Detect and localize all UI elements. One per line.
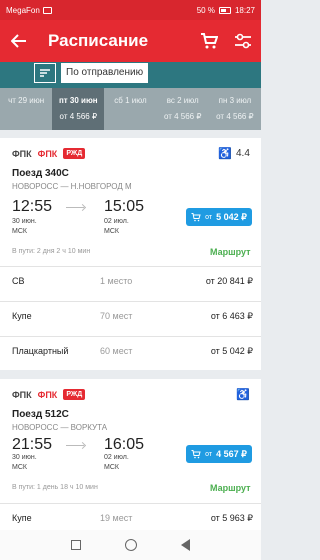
- date-tab-label: вс 2 июл: [166, 96, 199, 105]
- cart-icon: [191, 212, 201, 221]
- seats-available: 1 место: [100, 276, 133, 286]
- date-tab-label: пн 3 июл: [218, 96, 252, 105]
- rzd-logo: РЖД: [63, 148, 86, 159]
- arrival-timezone: МСК: [104, 464, 119, 471]
- train-route: НОВОРОСС — ВОРКУТА: [12, 423, 108, 432]
- back-triangle-icon[interactable]: [181, 539, 190, 551]
- class-row[interactable]: Плацкартный 60 мест от 5 042 ₽: [0, 336, 261, 366]
- departure-date: 30 июн.: [12, 218, 37, 225]
- cart-icon: [191, 449, 201, 458]
- sort-icon: [40, 69, 50, 77]
- departure-timezone: МСК: [12, 228, 27, 235]
- wheelchair-icon: ♿: [218, 148, 232, 160]
- date-tab[interactable]: вс 2 июл от 4 566 ₽: [157, 88, 209, 130]
- carrier-name: MegaFon: [6, 5, 40, 15]
- class-price: от 6 463 ₽: [210, 311, 253, 321]
- arrow-left-icon: [11, 34, 26, 48]
- battery-level: 50 %: [196, 5, 215, 15]
- travel-duration: В пути: 1 день 18 ч 10 мин: [12, 484, 98, 491]
- date-tab-price: от 4 566 ₽: [216, 112, 254, 121]
- price-from: от: [205, 450, 213, 458]
- class-price: от 5 963 ₽: [210, 513, 253, 523]
- seats-available: 70 мест: [100, 311, 133, 321]
- carrier-label: ФПК: [12, 389, 32, 400]
- page-title: Расписание: [48, 31, 149, 50]
- app-bar: Расписание: [0, 20, 261, 62]
- class-name: Плацкартный: [12, 346, 69, 356]
- price-button[interactable]: от 4 567 ₽: [186, 445, 252, 463]
- class-row[interactable]: Купе 70 мест от 6 463 ₽: [0, 301, 261, 331]
- seats-available: 60 мест: [100, 346, 133, 356]
- train-card[interactable]: ФПК ФПК РЖД ♿ Поезд 512С НОВОРОСС — ВОРК…: [0, 379, 261, 539]
- price-amount: 5 042 ₽: [216, 211, 247, 222]
- signal-icon: [42, 6, 52, 14]
- date-selector: чт 29 июн пт 30 июн от 4 566 ₽ сб 1 июл …: [0, 88, 261, 130]
- clock: 18:27: [234, 5, 255, 15]
- sort-dropdown[interactable]: По отправлению: [61, 63, 149, 83]
- train-route: НОВОРОСС — Н.НОВГОРОД М: [12, 182, 132, 191]
- date-tab[interactable]: сб 1 июл: [104, 88, 156, 130]
- carrier-logos: ФПК ФПК РЖД: [12, 148, 86, 159]
- departure-time: 21:55: [12, 436, 53, 453]
- date-tab-selected[interactable]: пт 30 июн от 4 566 ₽: [52, 88, 105, 130]
- back-button[interactable]: [0, 20, 38, 62]
- arrival-timezone: МСК: [104, 228, 119, 235]
- arrow-right-icon: [78, 203, 87, 212]
- date-tab-label: сб 1 июл: [114, 96, 147, 105]
- route-link[interactable]: Маршрут: [210, 483, 251, 493]
- train-number: Поезд 512С: [12, 409, 69, 420]
- system-nav-bar: [0, 530, 261, 560]
- wheelchair-icon: ♿: [236, 389, 250, 401]
- date-tab-label: чт 29 июн: [8, 96, 45, 105]
- price-button[interactable]: от 5 042 ₽: [186, 208, 252, 226]
- arrival-date: 02 июл.: [104, 454, 129, 461]
- arrival-time: 16:05: [104, 436, 145, 453]
- seats-available: 19 мест: [100, 513, 133, 523]
- carrier-logo: ФПК: [37, 148, 58, 159]
- status-bar: MegaFon 50 % 18:27: [0, 0, 261, 20]
- departure-date: 30 июн.: [12, 454, 37, 461]
- class-price: от 20 841 ₽: [205, 276, 253, 286]
- class-name: Купе: [12, 311, 32, 321]
- rating: 4.4: [236, 148, 250, 159]
- date-tab-label: пт 30 июн: [58, 96, 98, 105]
- arrow-right-icon: [78, 441, 87, 450]
- carrier-logo: ФПК: [37, 389, 58, 400]
- route-link[interactable]: Маршрут: [210, 247, 251, 257]
- train-card[interactable]: ФПК ФПК РЖД ♿ 4.4 Поезд 340С НОВОРОСС — …: [0, 138, 261, 370]
- train-number: Поезд 340С: [12, 168, 69, 179]
- price-amount: 4 567 ₽: [216, 448, 247, 459]
- carrier-logos: ФПК ФПК РЖД: [12, 389, 86, 400]
- arrival-time: 15:05: [104, 198, 145, 215]
- class-name: СВ: [12, 276, 25, 286]
- arrival-date: 02 июл.: [104, 218, 129, 225]
- filter-button[interactable]: [230, 28, 256, 54]
- class-row[interactable]: СВ 1 место от 20 841 ₽: [0, 266, 261, 296]
- class-row[interactable]: Купе 19 мест от 5 963 ₽: [0, 503, 261, 533]
- departure-timezone: МСК: [12, 464, 27, 471]
- date-tab-price: от 4 566 ₽: [163, 112, 202, 121]
- class-name: Купе: [12, 513, 32, 523]
- date-tab[interactable]: чт 29 июн: [0, 88, 52, 130]
- carrier-label: ФПК: [12, 148, 32, 159]
- sort-bar: По отправлению: [0, 62, 261, 88]
- departure-time: 12:55: [12, 198, 53, 215]
- sort-toggle-button[interactable]: [34, 63, 56, 83]
- recents-icon[interactable]: [71, 540, 81, 550]
- sliders-icon: [235, 33, 251, 49]
- class-price: от 5 042 ₽: [210, 346, 253, 356]
- battery-icon: [218, 6, 231, 14]
- travel-duration: В пути: 2 дня 2 ч 10 мин: [12, 248, 91, 255]
- date-tab-price: от 4 566 ₽: [59, 112, 98, 121]
- cart-button[interactable]: [196, 28, 222, 54]
- price-from: от: [205, 213, 213, 221]
- date-tab[interactable]: пн 3 июл от 4 566 ₽: [209, 88, 261, 130]
- cart-icon: [201, 33, 218, 49]
- rzd-logo: РЖД: [63, 389, 86, 400]
- home-icon[interactable]: [125, 539, 137, 551]
